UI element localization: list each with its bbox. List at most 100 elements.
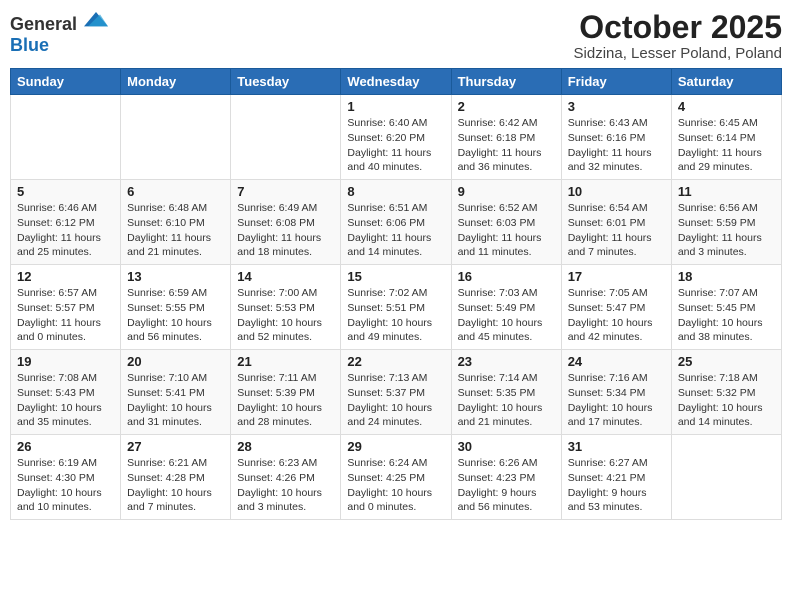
day-info: Sunrise: 6:24 AM Sunset: 4:25 PM Dayligh… bbox=[347, 456, 444, 515]
logo: General Blue bbox=[10, 10, 108, 56]
day-info: Sunrise: 6:43 AM Sunset: 6:16 PM Dayligh… bbox=[568, 116, 665, 175]
weekday-header-friday: Friday bbox=[561, 69, 671, 95]
day-number: 12 bbox=[17, 269, 114, 284]
day-info: Sunrise: 6:48 AM Sunset: 6:10 PM Dayligh… bbox=[127, 201, 224, 260]
week-row-3: 12 Sunrise: 6:57 AM Sunset: 5:57 PM Dayli… bbox=[11, 265, 782, 350]
day-number: 13 bbox=[127, 269, 224, 284]
calendar-cell: 28 Sunrise: 6:23 AM Sunset: 4:26 PM Dayli… bbox=[231, 435, 341, 520]
calendar-cell: 13 Sunrise: 6:59 AM Sunset: 5:55 PM Dayli… bbox=[121, 265, 231, 350]
calendar-cell: 26Sunrise: 6:19 AM Sunset: 4:30 PM Dayli… bbox=[11, 435, 121, 520]
day-info: Sunrise: 6:46 AM Sunset: 6:12 PM Dayligh… bbox=[17, 201, 114, 260]
day-info: Sunrise: 7:14 AM Sunset: 5:35 PM Dayligh… bbox=[458, 371, 555, 430]
day-number: 6 bbox=[127, 184, 224, 199]
day-info: Sunrise: 7:07 AM Sunset: 5:45 PM Dayligh… bbox=[678, 286, 775, 345]
day-number: 24 bbox=[568, 354, 665, 369]
day-info: Sunrise: 7:11 AM Sunset: 5:39 PM Dayligh… bbox=[237, 371, 334, 430]
day-number: 17 bbox=[568, 269, 665, 284]
calendar-cell: 27 Sunrise: 6:21 AM Sunset: 4:28 PM Dayli… bbox=[121, 435, 231, 520]
day-number: 20 bbox=[127, 354, 224, 369]
day-info: Sunrise: 6:42 AM Sunset: 6:18 PM Dayligh… bbox=[458, 116, 555, 175]
calendar-cell: 25Sunrise: 7:18 AM Sunset: 5:32 PM Dayli… bbox=[671, 350, 781, 435]
calendar-cell: 29 Sunrise: 6:24 AM Sunset: 4:25 PM Dayli… bbox=[341, 435, 451, 520]
weekday-header-row: SundayMondayTuesdayWednesdayThursdayFrid… bbox=[11, 69, 782, 95]
day-info: Sunrise: 6:57 AM Sunset: 5:57 PM Dayligh… bbox=[17, 286, 114, 345]
day-number: 18 bbox=[678, 269, 775, 284]
day-info: Sunrise: 6:52 AM Sunset: 6:03 PM Dayligh… bbox=[458, 201, 555, 260]
day-info: Sunrise: 7:13 AM Sunset: 5:37 PM Dayligh… bbox=[347, 371, 444, 430]
weekday-header-thursday: Thursday bbox=[451, 69, 561, 95]
day-number: 5 bbox=[17, 184, 114, 199]
day-number: 30 bbox=[458, 439, 555, 454]
day-info: Sunrise: 6:40 AM Sunset: 6:20 PM Dayligh… bbox=[347, 116, 444, 175]
calendar-cell: 4 Sunrise: 6:45 AM Sunset: 6:14 PM Daylig… bbox=[671, 95, 781, 180]
day-info: Sunrise: 6:45 AM Sunset: 6:14 PM Dayligh… bbox=[678, 116, 775, 175]
day-number: 26 bbox=[17, 439, 114, 454]
day-number: 31 bbox=[568, 439, 665, 454]
calendar-cell: 15Sunrise: 7:02 AM Sunset: 5:51 PM Dayli… bbox=[341, 265, 451, 350]
day-info: Sunrise: 7:18 AM Sunset: 5:32 PM Dayligh… bbox=[678, 371, 775, 430]
week-row-4: 19Sunrise: 7:08 AM Sunset: 5:43 PM Dayli… bbox=[11, 350, 782, 435]
calendar-cell: 7Sunrise: 6:49 AM Sunset: 6:08 PM Daylig… bbox=[231, 180, 341, 265]
day-number: 4 bbox=[678, 99, 775, 114]
day-number: 16 bbox=[458, 269, 555, 284]
day-info: Sunrise: 6:21 AM Sunset: 4:28 PM Dayligh… bbox=[127, 456, 224, 515]
calendar-cell: 8 Sunrise: 6:51 AM Sunset: 6:06 PM Daylig… bbox=[341, 180, 451, 265]
day-number: 23 bbox=[458, 354, 555, 369]
month-title: October 2025 bbox=[574, 10, 782, 45]
day-number: 28 bbox=[237, 439, 334, 454]
calendar-cell: 10 Sunrise: 6:54 AM Sunset: 6:01 PM Dayli… bbox=[561, 180, 671, 265]
week-row-1: 1 Sunrise: 6:40 AM Sunset: 6:20 PM Daylig… bbox=[11, 95, 782, 180]
calendar-cell: 2Sunrise: 6:42 AM Sunset: 6:18 PM Daylig… bbox=[451, 95, 561, 180]
calendar-cell: 19Sunrise: 7:08 AM Sunset: 5:43 PM Dayli… bbox=[11, 350, 121, 435]
day-info: Sunrise: 6:51 AM Sunset: 6:06 PM Dayligh… bbox=[347, 201, 444, 260]
calendar-cell: 14 Sunrise: 7:00 AM Sunset: 5:53 PM Dayli… bbox=[231, 265, 341, 350]
calendar-cell: 20 Sunrise: 7:10 AM Sunset: 5:41 PM Dayli… bbox=[121, 350, 231, 435]
calendar-cell: 31Sunrise: 6:27 AM Sunset: 4:21 PM Dayli… bbox=[561, 435, 671, 520]
day-info: Sunrise: 7:10 AM Sunset: 5:41 PM Dayligh… bbox=[127, 371, 224, 430]
page-header: General Blue October 2025 Sidzina, Lesse… bbox=[10, 10, 782, 62]
day-info: Sunrise: 6:26 AM Sunset: 4:23 PM Dayligh… bbox=[458, 456, 555, 515]
day-info: Sunrise: 6:59 AM Sunset: 5:55 PM Dayligh… bbox=[127, 286, 224, 345]
day-info: Sunrise: 7:00 AM Sunset: 5:53 PM Dayligh… bbox=[237, 286, 334, 345]
day-number: 22 bbox=[347, 354, 444, 369]
logo-general: General bbox=[10, 14, 77, 34]
day-info: Sunrise: 6:23 AM Sunset: 4:26 PM Dayligh… bbox=[237, 456, 334, 515]
calendar-cell: 6 Sunrise: 6:48 AM Sunset: 6:10 PM Daylig… bbox=[121, 180, 231, 265]
day-info: Sunrise: 7:08 AM Sunset: 5:43 PM Dayligh… bbox=[17, 371, 114, 430]
calendar-cell: 17 Sunrise: 7:05 AM Sunset: 5:47 PM Dayli… bbox=[561, 265, 671, 350]
calendar-cell: 11Sunrise: 6:56 AM Sunset: 5:59 PM Dayli… bbox=[671, 180, 781, 265]
day-number: 27 bbox=[127, 439, 224, 454]
calendar-cell: 18 Sunrise: 7:07 AM Sunset: 5:45 PM Dayli… bbox=[671, 265, 781, 350]
day-number: 7 bbox=[237, 184, 334, 199]
day-number: 21 bbox=[237, 354, 334, 369]
week-row-2: 5 Sunrise: 6:46 AM Sunset: 6:12 PM Daylig… bbox=[11, 180, 782, 265]
day-number: 29 bbox=[347, 439, 444, 454]
weekday-header-wednesday: Wednesday bbox=[341, 69, 451, 95]
calendar-cell bbox=[231, 95, 341, 180]
day-number: 1 bbox=[347, 99, 444, 114]
day-info: Sunrise: 7:02 AM Sunset: 5:51 PM Dayligh… bbox=[347, 286, 444, 345]
day-number: 8 bbox=[347, 184, 444, 199]
calendar-cell: 21 Sunrise: 7:11 AM Sunset: 5:39 PM Dayli… bbox=[231, 350, 341, 435]
weekday-header-tuesday: Tuesday bbox=[231, 69, 341, 95]
day-info: Sunrise: 6:56 AM Sunset: 5:59 PM Dayligh… bbox=[678, 201, 775, 260]
day-number: 3 bbox=[568, 99, 665, 114]
title-block: October 2025 Sidzina, Lesser Poland, Pol… bbox=[574, 10, 782, 62]
calendar-cell bbox=[11, 95, 121, 180]
weekday-header-monday: Monday bbox=[121, 69, 231, 95]
calendar-cell: 24Sunrise: 7:16 AM Sunset: 5:34 PM Dayli… bbox=[561, 350, 671, 435]
day-info: Sunrise: 7:05 AM Sunset: 5:47 PM Dayligh… bbox=[568, 286, 665, 345]
logo-blue: Blue bbox=[10, 35, 49, 55]
calendar-cell: 22 Sunrise: 7:13 AM Sunset: 5:37 PM Dayli… bbox=[341, 350, 451, 435]
calendar-cell bbox=[671, 435, 781, 520]
weekday-header-saturday: Saturday bbox=[671, 69, 781, 95]
calendar-cell: 9Sunrise: 6:52 AM Sunset: 6:03 PM Daylig… bbox=[451, 180, 561, 265]
weekday-header-sunday: Sunday bbox=[11, 69, 121, 95]
week-row-5: 26Sunrise: 6:19 AM Sunset: 4:30 PM Dayli… bbox=[11, 435, 782, 520]
calendar-cell: 23 Sunrise: 7:14 AM Sunset: 5:35 PM Dayli… bbox=[451, 350, 561, 435]
day-number: 10 bbox=[568, 184, 665, 199]
calendar-cell bbox=[121, 95, 231, 180]
logo-icon bbox=[84, 10, 108, 30]
day-number: 14 bbox=[237, 269, 334, 284]
day-info: Sunrise: 6:54 AM Sunset: 6:01 PM Dayligh… bbox=[568, 201, 665, 260]
